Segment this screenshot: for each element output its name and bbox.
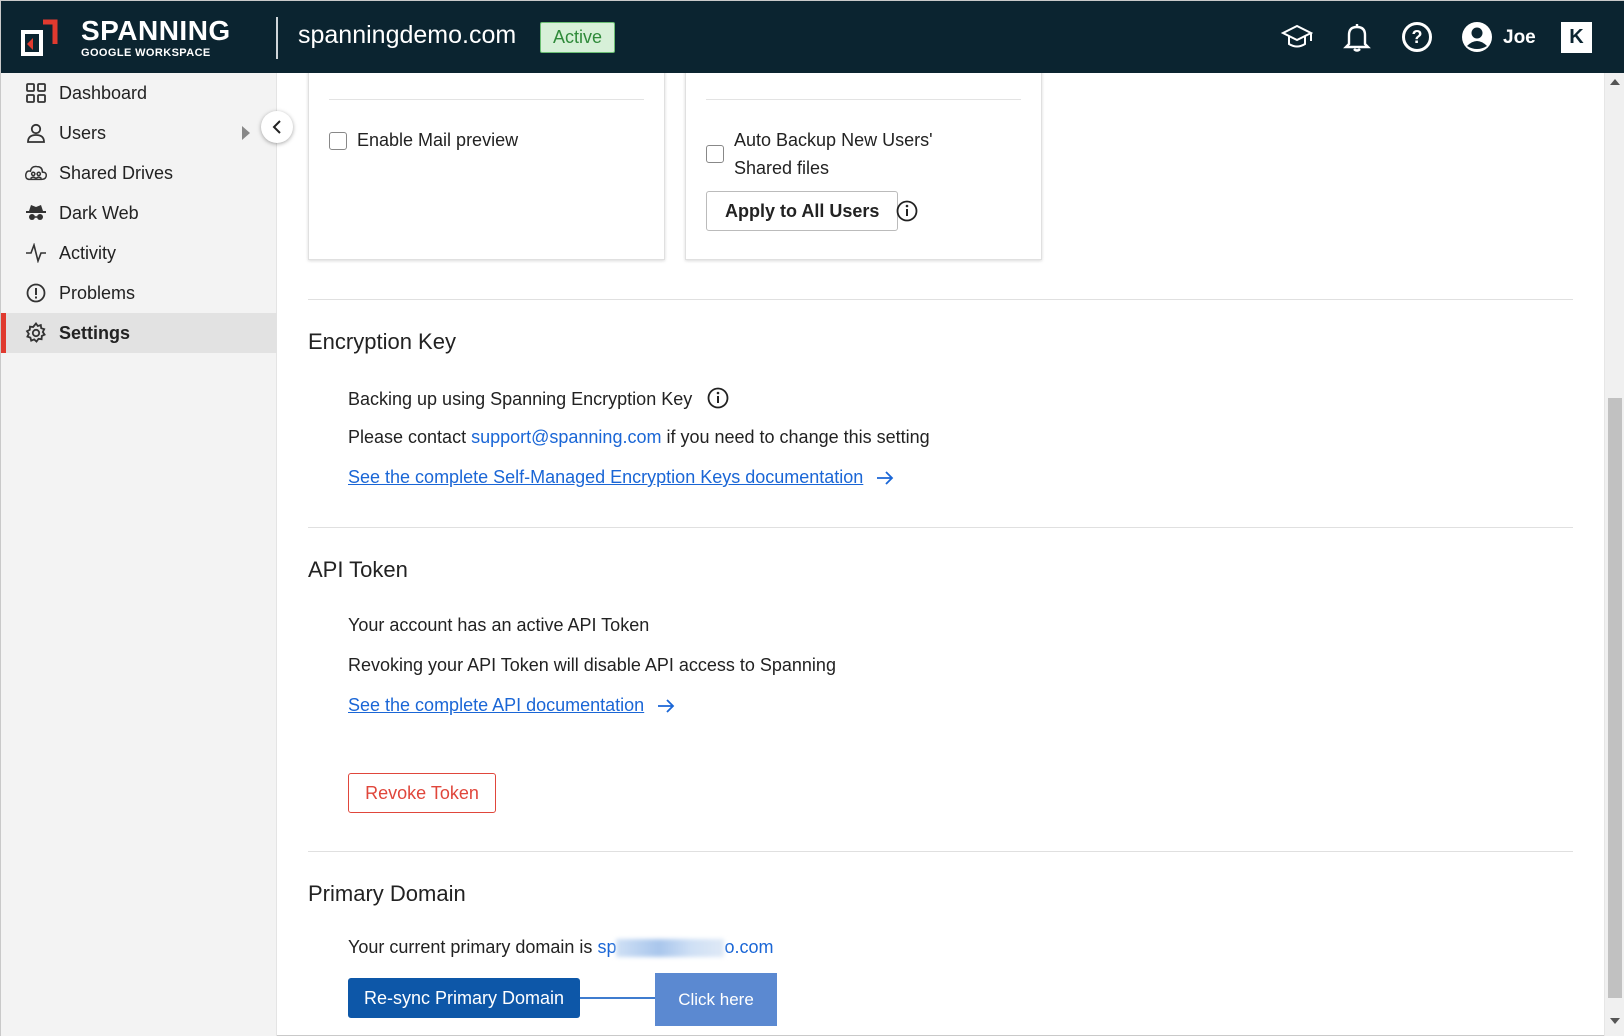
- sidebar-item-label: Shared Drives: [59, 162, 174, 183]
- spy-icon: [25, 202, 47, 224]
- mail-preview-card: Enable Mail preview: [308, 73, 665, 260]
- sidebar-item-users[interactable]: Users: [1, 113, 277, 153]
- spanning-logo[interactable]: SPANNING GOOGLE WORKSPACE: [19, 15, 259, 61]
- sidebar: Dashboard Users Shared Drives Dark Web A…: [1, 73, 277, 1036]
- api-token-warning-text: Revoking your API Token will disable API…: [348, 655, 836, 675]
- apply-to-all-users-button[interactable]: Apply to All Users: [706, 191, 899, 231]
- support-email-link[interactable]: support@spanning.com: [471, 427, 661, 447]
- spanning-logo-mark-icon: [19, 18, 59, 58]
- scroll-up-arrow-icon[interactable]: [1610, 79, 1620, 85]
- resync-primary-domain-button[interactable]: Re-sync Primary Domain: [348, 978, 580, 1018]
- expand-arrow-icon[interactable]: [242, 126, 250, 140]
- api-token-title: API Token: [308, 557, 408, 582]
- top-bar: SPANNING GOOGLE WORKSPACE spanningdemo.c…: [1, 1, 1624, 73]
- tenant-domain: spanningdemo.com: [298, 21, 517, 49]
- sidebar-item-label: Settings: [59, 322, 131, 343]
- logo-subtitle: GOOGLE WORKSPACE: [81, 47, 211, 59]
- sidebar-item-dashboard[interactable]: Dashboard: [1, 73, 277, 113]
- gear-icon: [25, 322, 47, 344]
- sidebar-item-shared-drives[interactable]: Shared Drives: [1, 153, 277, 193]
- api-doc-link[interactable]: See the complete API documentation: [348, 695, 644, 715]
- kaseya-brand-icon[interactable]: K: [1561, 22, 1592, 53]
- primary-domain-title: Primary Domain: [308, 881, 466, 906]
- primary-domain-link[interactable]: sp o.com: [597, 937, 773, 958]
- encryption-status-text: Backing up using Spanning Encryption Key: [348, 387, 729, 410]
- auto-backup-shared-label: Auto Backup New Users' Shared files: [734, 130, 933, 178]
- auto-backup-shared-checkbox[interactable]: [706, 145, 724, 163]
- click-here-callout: Click here: [655, 973, 777, 1026]
- enable-mail-preview-label: Enable Mail preview: [357, 130, 519, 150]
- auto-backup-card: Auto Backup New Users' Shared files Appl…: [685, 73, 1042, 260]
- vertical-scrollbar[interactable]: [1604, 73, 1624, 1036]
- api-doc-link-row: See the complete API documentation: [348, 695, 675, 718]
- chevron-left-icon: [272, 120, 281, 134]
- svg-text:?: ?: [1412, 27, 1423, 47]
- enable-mail-preview-checkbox[interactable]: [329, 132, 347, 150]
- help-icon[interactable]: ?: [1401, 21, 1433, 53]
- encryption-doc-link-row: See the complete Self-Managed Encryption…: [348, 467, 894, 490]
- collapse-sidebar-button[interactable]: [261, 111, 293, 143]
- sidebar-item-activity[interactable]: Activity: [1, 233, 277, 273]
- sidebar-item-label: Users: [59, 122, 107, 143]
- user-avatar-icon[interactable]: [1461, 21, 1493, 53]
- shared-drive-icon: [25, 162, 47, 184]
- api-token-status-text: Your account has an active API Token: [348, 615, 650, 635]
- graduation-cap-icon[interactable]: [1281, 21, 1313, 53]
- scroll-thumb[interactable]: [1608, 398, 1622, 998]
- sidebar-item-label: Problems: [59, 282, 136, 303]
- user-icon: [25, 122, 47, 144]
- settings-content: Enable Mail preview Auto Backup New User…: [278, 73, 1603, 1036]
- logo-title: SPANNING: [81, 15, 231, 46]
- scroll-down-arrow-icon[interactable]: [1610, 1018, 1620, 1024]
- sidebar-item-settings[interactable]: Settings: [1, 313, 277, 353]
- user-name[interactable]: Joe: [1503, 27, 1536, 49]
- activity-icon: [25, 242, 47, 264]
- grid-icon: [25, 82, 47, 104]
- sidebar-item-problems[interactable]: Problems: [1, 273, 277, 313]
- header-divider: [276, 17, 278, 59]
- sidebar-item-label: Dashboard: [59, 82, 148, 103]
- revoke-token-button[interactable]: Revoke Token: [348, 773, 496, 813]
- app-window: SPANNING GOOGLE WORKSPACE spanningdemo.c…: [0, 0, 1624, 1036]
- status-badge: Active: [540, 22, 616, 53]
- arrow-right-icon[interactable]: [657, 697, 675, 718]
- primary-domain-text: Your current primary domain is sp o.com: [348, 937, 774, 958]
- sidebar-item-label: Activity: [59, 242, 117, 263]
- encryption-key-title: Encryption Key: [308, 329, 456, 354]
- sidebar-item-dark-web[interactable]: Dark Web: [1, 193, 277, 233]
- encryption-contact-text: Please contact support@spanning.com if y…: [348, 427, 930, 447]
- callout-connector: [580, 997, 655, 999]
- alert-icon: [25, 282, 47, 304]
- bell-icon[interactable]: [1341, 21, 1373, 53]
- info-icon[interactable]: [896, 200, 918, 222]
- info-icon[interactable]: [707, 387, 729, 409]
- redacted-blur: [616, 939, 725, 958]
- encryption-doc-link[interactable]: See the complete Self-Managed Encryption…: [348, 467, 863, 487]
- sidebar-item-label: Dark Web: [59, 202, 139, 223]
- arrow-right-icon[interactable]: [876, 469, 894, 490]
